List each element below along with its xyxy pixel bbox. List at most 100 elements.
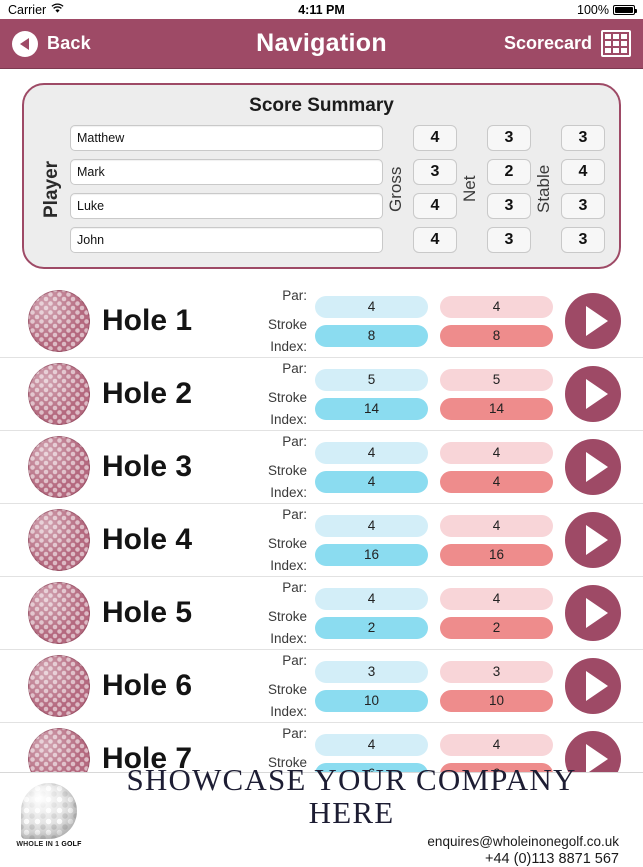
scorecard-button-label: Scorecard <box>504 33 592 54</box>
stroke-index-value-mens: 10 <box>315 690 428 712</box>
wifi-icon <box>51 3 64 17</box>
player-name-input[interactable]: Mark <box>70 159 383 185</box>
golf-ball-logo-icon <box>21 783 77 839</box>
gross-score-value: 4 <box>413 227 457 253</box>
stroke-index-label: Stroke Index: <box>236 460 307 504</box>
battery-full-icon <box>613 5 635 15</box>
score-summary-title: Score Summary <box>38 95 605 117</box>
net-column: 3 2 3 3 <box>487 125 531 253</box>
player-name-input[interactable]: John <box>70 227 383 253</box>
stroke-index-value-ladies: 2 <box>440 617 553 639</box>
par-value-mens: 5 <box>315 369 428 391</box>
stroke-index-value-ladies: 4 <box>440 471 553 493</box>
golf-ball-icon <box>28 290 90 352</box>
battery-percent-label: 100% <box>577 3 609 17</box>
mens-tee-pills: 44 <box>315 442 428 493</box>
status-bar-right: 100% <box>577 3 635 17</box>
gross-score-value: 4 <box>413 125 457 151</box>
hole-row[interactable]: Hole 3Par:Stroke Index:4444 <box>0 431 643 504</box>
back-button[interactable]: Back <box>12 31 91 57</box>
net-column-label: Net <box>457 125 483 253</box>
par-value-mens: 4 <box>315 296 428 318</box>
score-summary-body: Player Matthew Mark Luke John Gross 4 3 … <box>38 125 605 253</box>
ladies-tee-pills: 48 <box>440 296 553 347</box>
score-summary-card: Score Summary Player Matthew Mark Luke J… <box>22 83 621 269</box>
par-label: Par: <box>236 723 307 745</box>
par-value-ladies: 4 <box>440 442 553 464</box>
net-score-value: 3 <box>487 125 531 151</box>
ladies-tee-pills: 42 <box>440 588 553 639</box>
play-arrow-icon[interactable] <box>565 439 621 495</box>
gross-column-label: Gross <box>383 125 409 253</box>
mens-tee-pills: 514 <box>315 369 428 420</box>
hole-metric-labels: Par: Stroke Index: <box>236 285 307 358</box>
mens-tee-pills: 42 <box>315 588 428 639</box>
par-value-ladies: 4 <box>440 515 553 537</box>
stroke-index-value-ladies: 14 <box>440 398 553 420</box>
par-label: Par: <box>236 285 307 307</box>
par-label: Par: <box>236 431 307 453</box>
stroke-index-label: Stroke Index: <box>236 387 307 431</box>
mens-tee-pills: 310 <box>315 661 428 712</box>
play-arrow-icon[interactable] <box>565 585 621 641</box>
hole-name-label: Hole 1 <box>102 304 236 338</box>
player-name-input[interactable]: Luke <box>70 193 383 219</box>
golf-ball-icon <box>28 436 90 498</box>
net-score-value: 2 <box>487 159 531 185</box>
stable-score-value: 3 <box>561 193 605 219</box>
stable-score-value: 3 <box>561 227 605 253</box>
carrier-label: Carrier <box>8 3 46 17</box>
footer-logo-text-a: WHOLE IN 1 <box>16 841 61 848</box>
par-value-ladies: 4 <box>440 296 553 318</box>
stroke-index-value-mens: 4 <box>315 471 428 493</box>
stroke-index-label: Stroke Index: <box>236 679 307 723</box>
hole-name-label: Hole 6 <box>102 669 236 703</box>
footer-email[interactable]: enquires@wholeinonegolf.co.uk <box>84 834 619 849</box>
back-button-label: Back <box>47 33 91 54</box>
grid-icon <box>601 30 631 57</box>
par-value-mens: 3 <box>315 661 428 683</box>
par-value-mens: 4 <box>315 588 428 610</box>
footer-headline: SHOWCASE YOUR COMPANY HERE <box>84 764 619 829</box>
par-value-mens: 4 <box>315 734 428 756</box>
status-bar: Carrier 4:11 PM 100% <box>0 0 643 19</box>
hole-row[interactable]: Hole 1Par:Stroke Index:4848 <box>0 285 643 358</box>
player-column-label: Player <box>38 125 66 253</box>
player-name-input[interactable]: Matthew <box>70 125 383 151</box>
scorecard-button[interactable]: Scorecard <box>504 30 631 57</box>
hole-metric-labels: Par:Stroke Index: <box>236 650 307 723</box>
stroke-index-label: Stroke Index: <box>236 606 307 650</box>
net-score-value: 3 <box>487 227 531 253</box>
play-arrow-icon[interactable] <box>565 658 621 714</box>
hole-metric-labels: Par: Stroke Index: <box>236 358 307 431</box>
golf-ball-icon <box>28 655 90 717</box>
footer-phone[interactable]: +44 (0)113 8871 567 <box>84 851 619 867</box>
hole-row[interactable]: Hole 4Par:Stroke Index:416416 <box>0 504 643 577</box>
par-value-ladies: 4 <box>440 588 553 610</box>
hole-row[interactable]: Hole 5Par:Stroke Index:4242 <box>0 577 643 650</box>
footer-logo-text-b: GOLF <box>61 841 81 848</box>
hole-row[interactable]: Hole 2Par:Stroke Index:514514 <box>0 358 643 431</box>
advert-footer[interactable]: WHOLE IN 1 GOLF SHOWCASE YOUR COMPANY HE… <box>0 772 643 858</box>
holes-list[interactable]: Hole 1Par:Stroke Index:4848Hole 2Par:Str… <box>0 285 643 796</box>
par-value-ladies: 3 <box>440 661 553 683</box>
play-arrow-icon[interactable] <box>565 293 621 349</box>
footer-logo: WHOLE IN 1 GOLF <box>14 783 84 848</box>
par-value-mens: 4 <box>315 442 428 464</box>
par-value-mens: 4 <box>315 515 428 537</box>
stroke-index-value-ladies: 10 <box>440 690 553 712</box>
stroke-index-label: Stroke Index: <box>236 533 307 577</box>
net-score-value: 3 <box>487 193 531 219</box>
par-label: Par: <box>236 358 307 380</box>
hole-row[interactable]: Hole 6Par:Stroke Index:310310 <box>0 650 643 723</box>
stroke-index-value-mens: 16 <box>315 544 428 566</box>
status-bar-time: 4:11 PM <box>0 3 643 17</box>
ladies-tee-pills: 310 <box>440 661 553 712</box>
stroke-index-value-mens: 8 <box>315 325 428 347</box>
stroke-index-label: Stroke Index: <box>236 314 307 358</box>
play-arrow-icon[interactable] <box>565 366 621 422</box>
play-arrow-icon[interactable] <box>565 512 621 568</box>
stroke-index-value-ladies: 8 <box>440 325 553 347</box>
golf-ball-icon <box>28 363 90 425</box>
hole-metric-labels: Par: Stroke Index: <box>236 431 307 504</box>
